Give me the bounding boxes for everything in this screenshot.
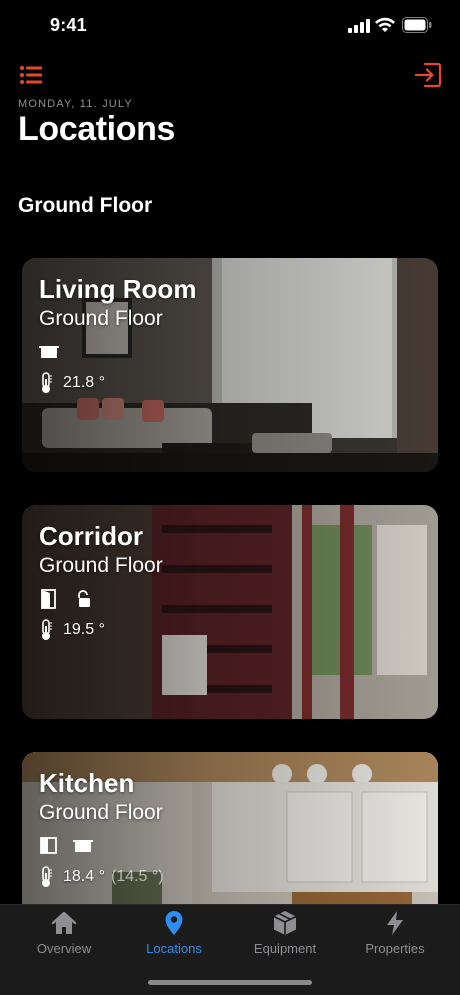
logout-button[interactable] <box>413 61 443 89</box>
wifi-icon <box>375 17 395 32</box>
tab-label: Equipment <box>253 941 317 956</box>
list-icon <box>20 66 42 84</box>
location-floor: Ground Floor <box>39 307 163 330</box>
temperature-value: 21.8 ° <box>63 374 105 391</box>
temperature-row: 21.8 ° <box>39 372 196 394</box>
box-icon <box>273 911 297 935</box>
logout-icon <box>414 62 442 88</box>
device-status-row <box>39 836 164 856</box>
location-floor: Ground Floor <box>39 554 163 577</box>
page-title: Locations <box>18 110 175 148</box>
section-title-ground-floor: Ground Floor <box>18 194 153 217</box>
thermometer-icon <box>42 619 52 640</box>
home-indicator <box>148 980 312 985</box>
status-bar: 9:41 <box>0 0 460 54</box>
location-name: Living Room <box>39 274 197 304</box>
status-time: 9:41 <box>50 15 87 35</box>
thermometer-icon <box>42 866 52 887</box>
tab-label: Overview <box>36 941 92 956</box>
tab-overview[interactable]: Overview <box>9 909 119 965</box>
temperature-row: 18.4 ° (14.5 °) <box>39 866 164 888</box>
date-label: MONDAY, 11. JULY <box>18 98 133 110</box>
tab-locations[interactable]: Locations <box>119 909 229 965</box>
temperature-value: 19.5 ° <box>63 621 105 638</box>
blind-icon <box>39 346 59 358</box>
cellular-signal-icon <box>348 19 370 33</box>
tab-label: Properties <box>365 941 425 956</box>
device-status-row <box>39 342 196 362</box>
location-name: Kitchen <box>39 768 135 798</box>
window-icon <box>40 837 57 854</box>
location-floor: Ground Floor <box>39 801 163 824</box>
temperature-value: 18.4 ° <box>63 868 105 885</box>
battery-icon <box>402 17 432 33</box>
device-status-row <box>39 589 163 609</box>
tab-properties[interactable]: Properties <box>340 909 450 965</box>
tab-equipment[interactable]: Equipment <box>230 909 340 965</box>
temperature-target: (14.5 °) <box>110 868 164 885</box>
tab-label: Locations <box>146 941 202 956</box>
menu-button[interactable] <box>18 64 46 86</box>
blind-icon <box>73 840 93 852</box>
unlocked-icon <box>78 590 90 607</box>
thermometer-icon <box>42 372 52 393</box>
temperature-row: 19.5 ° <box>39 619 163 641</box>
bolt-icon <box>387 911 403 935</box>
location-card-corridor[interactable]: Corridor Ground Floor 19.5 ° <box>22 505 438 719</box>
location-card-living-room[interactable]: Living Room Ground Floor 21.8 ° <box>22 258 438 472</box>
door-icon <box>41 589 56 609</box>
house-icon <box>51 911 77 934</box>
location-name: Corridor <box>39 521 143 551</box>
location-pin-icon <box>165 911 183 935</box>
